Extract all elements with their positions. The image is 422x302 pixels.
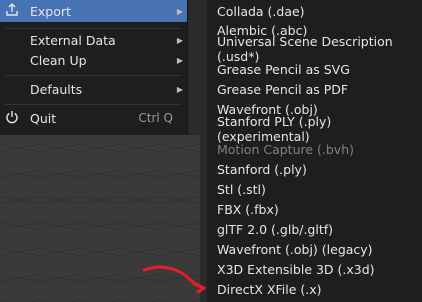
menu-item-external-data[interactable]: External Data ▶ <box>0 29 187 51</box>
export-item-stanford-ply[interactable]: Stanford (.ply) <box>207 159 422 179</box>
menu-item-label: Grease Pencil as PDF <box>217 81 349 97</box>
export-item-gltf[interactable]: glTF 2.0 (.glb/.gltf) <box>207 219 422 239</box>
menu-item-label: Collada (.dae) <box>217 3 305 19</box>
menu-item-label: Grease Pencil as SVG <box>217 61 350 77</box>
export-item-stl[interactable]: Stl (.stl) <box>207 179 422 199</box>
menu-item-label: Stl (.stl) <box>217 181 266 197</box>
export-item-motion-capture: Motion Capture (.bvh) <box>207 139 422 159</box>
menu-item-label: Wavefront (.obj) (legacy) <box>217 241 373 257</box>
menu-item-export[interactable]: Export ▶ <box>0 0 187 22</box>
export-item-directx[interactable]: DirectX XFile (.x) <box>207 279 422 299</box>
menu-item-label: FBX (.fbx) <box>217 201 279 217</box>
submenu-arrow-icon: ▶ <box>176 6 184 16</box>
menu-item-label: glTF 2.0 (.glb/.gltf) <box>217 221 334 237</box>
export-item-usd[interactable]: Universal Scene Description (.usd*) <box>207 34 422 64</box>
menu-item-label: Clean Up <box>30 52 87 68</box>
menu-item-label: DirectX XFile (.x) <box>217 281 322 297</box>
submenu-arrow-icon: ▶ <box>176 35 184 45</box>
export-item-grease-pencil-pdf[interactable]: Grease Pencil as PDF <box>207 79 422 99</box>
menu-item-label: Export <box>30 3 71 19</box>
export-item-collada[interactable]: Collada (.dae) <box>207 1 422 21</box>
menu-item-quit[interactable]: Quit Ctrl Q <box>0 107 187 129</box>
export-item-wavefront-legacy[interactable]: Wavefront (.obj) (legacy) <box>207 239 422 259</box>
export-item-grease-pencil-svg[interactable]: Grease Pencil as SVG <box>207 59 422 79</box>
annotation-arrow-icon <box>142 265 206 294</box>
export-item-stanford-ply-experimental[interactable]: Stanford PLY (.ply) (experimental) <box>207 114 422 144</box>
shortcut-label: Ctrl Q <box>138 111 173 125</box>
menu-item-defaults[interactable]: Defaults ▶ <box>0 78 187 100</box>
menu-item-label: Quit <box>30 110 57 126</box>
menu-item-label: External Data <box>30 32 116 48</box>
file-menu: Export ▶ External Data ▶ Clean Up ▶ Defa… <box>0 0 188 135</box>
menu-divider <box>4 75 182 76</box>
menu-item-label: Motion Capture (.bvh) <box>217 141 355 157</box>
menu-item-label: X3D Extensible 3D (.x3d) <box>217 261 375 277</box>
menu-item-label: Defaults <box>30 81 83 97</box>
export-icon <box>0 2 24 20</box>
submenu-arrow-icon: ▶ <box>176 55 184 65</box>
menu-divider <box>4 104 182 105</box>
export-submenu: Collada (.dae) Alembic (.abc) Universal … <box>207 0 422 302</box>
menu-item-clean-up[interactable]: Clean Up ▶ <box>0 49 187 71</box>
export-item-fbx[interactable]: FBX (.fbx) <box>207 199 422 219</box>
export-item-x3d[interactable]: X3D Extensible 3D (.x3d) <box>207 259 422 279</box>
menu-item-label: Stanford (.ply) <box>217 161 307 177</box>
power-icon <box>0 110 24 127</box>
submenu-arrow-icon: ▶ <box>176 84 184 94</box>
